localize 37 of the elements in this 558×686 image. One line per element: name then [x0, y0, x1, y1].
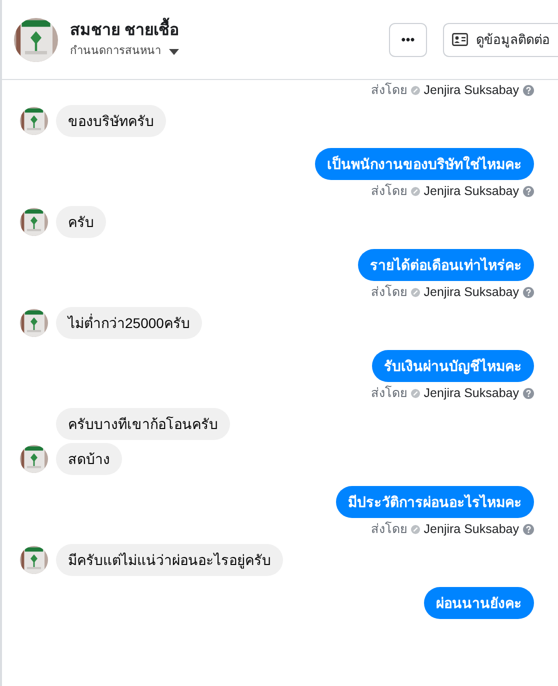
status-icon — [410, 186, 420, 196]
help-icon[interactable] — [523, 286, 534, 298]
message-bubble: ไม่ต่ำกว่า25000ครับ — [56, 307, 202, 339]
contact-name: สมชาย ชายเชื้อ — [70, 19, 381, 44]
sent-by-label: ส่งโดย — [370, 385, 407, 401]
more-button[interactable]: ••• — [389, 22, 427, 56]
help-icon[interactable] — [523, 524, 534, 534]
status-icon — [410, 524, 420, 534]
status-icon — [410, 86, 420, 94]
message-bubble: มีครับแต่ไม่แน่ว่าผ่อนอะไรอยู่ครับ — [56, 544, 283, 576]
message-bubble: ครับ — [56, 206, 106, 238]
message-bubble: รายได้ต่อเดือนเท่าไหร่คะ — [358, 249, 534, 281]
sender-name: Jenjira Suksabay — [424, 82, 519, 98]
help-icon[interactable] — [523, 84, 534, 96]
caret-icon[interactable] — [169, 48, 179, 54]
message-bubble: ครับบางทีเขาก้อโอนครับ — [56, 408, 230, 440]
sent-by-label: ส่งโดย — [370, 284, 407, 300]
contact-info-button[interactable]: ดูข้อมูลติดต่อ — [443, 22, 558, 56]
message-bubble: มีประวัติการผ่อนอะไรไหมคะ — [336, 486, 534, 518]
sent-by-label: ส่งโดย — [370, 183, 407, 199]
message-bubble: ของบริษัทครับ — [56, 105, 166, 137]
sender-name: Jenjira Suksabay — [424, 183, 519, 199]
message-bubble: สดบ้าง — [56, 443, 122, 475]
message-bubble: รับเงินผ่านบัญชีไหมคะ — [372, 350, 534, 382]
message-bubble: เป็นพนักงานของบริษัทใช่ไหมคะ — [315, 148, 534, 180]
status-icon — [410, 288, 420, 296]
subtitle-text: กำนนดการสนหนา — [70, 44, 161, 60]
sent-by-label: ส่งโดย — [370, 82, 407, 98]
sender-name: Jenjira Suksabay — [424, 284, 519, 300]
status-icon — [410, 388, 420, 398]
contact-card-icon — [452, 33, 468, 46]
sender-name: Jenjira Suksabay — [424, 385, 519, 401]
message-bubble: ผ่อนนานยังคะ — [424, 587, 534, 619]
help-icon[interactable] — [523, 388, 534, 398]
help-icon[interactable] — [523, 186, 534, 196]
sender-name: Jenjira Suksabay — [424, 521, 519, 537]
sent-by-label: ส่งโดย — [370, 521, 407, 537]
